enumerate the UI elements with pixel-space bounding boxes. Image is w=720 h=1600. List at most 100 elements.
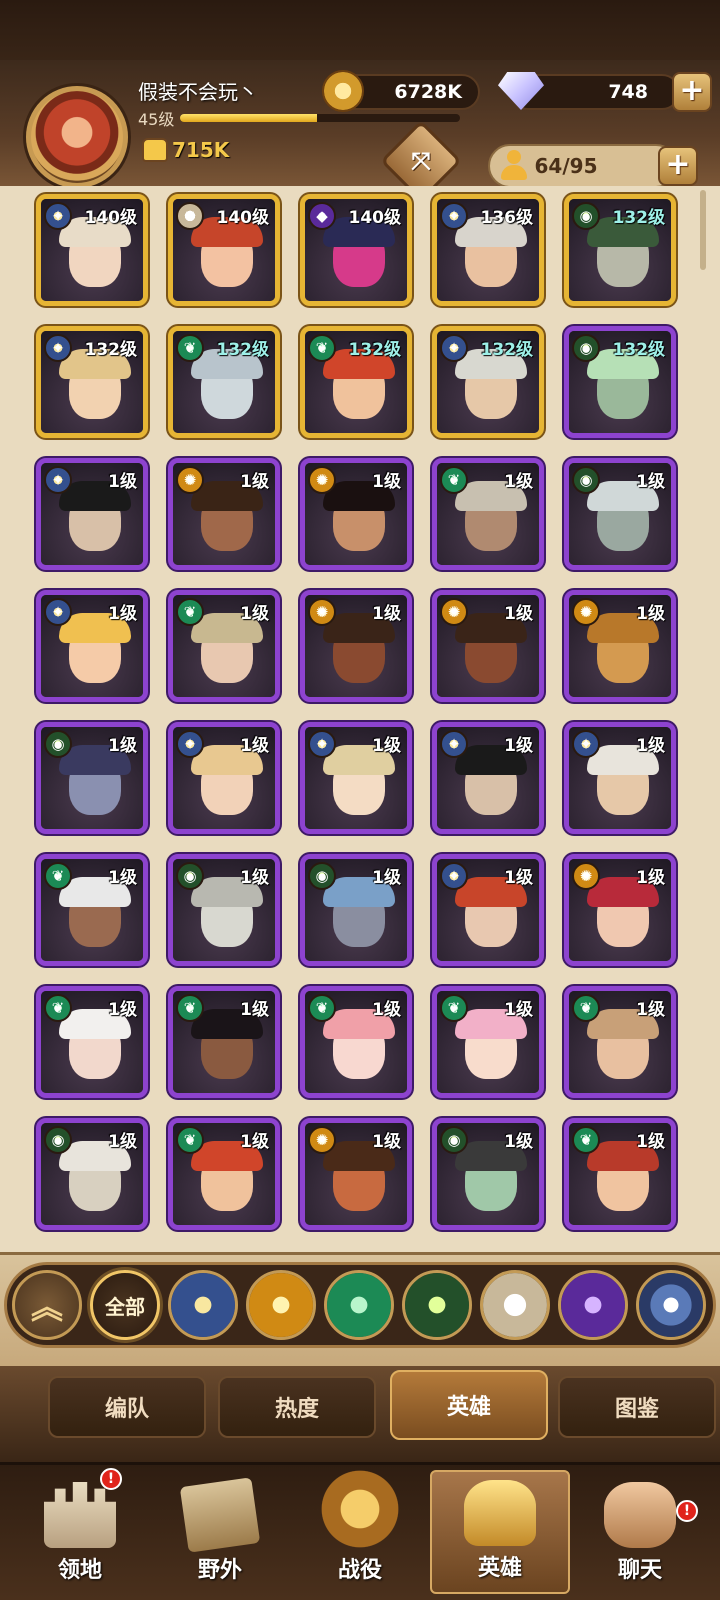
hero-card[interactable]: ❦ 1级 (36, 854, 148, 966)
filter-mauler-button[interactable] (402, 1270, 472, 1340)
hero-level: 1级 (372, 472, 401, 492)
nav-heroes[interactable]: 英雄 (430, 1470, 570, 1594)
scrollbar[interactable] (700, 190, 706, 270)
filter-graveborn-button[interactable] (246, 1270, 316, 1340)
filter-all-button[interactable]: 全部 (90, 1270, 160, 1340)
hero-level: 1级 (504, 1132, 533, 1152)
hero-card[interactable]: ❦ 1级 (564, 1118, 676, 1230)
hero-level: 1级 (108, 472, 137, 492)
filter-dimensional-button[interactable] (636, 1270, 706, 1340)
hero-level: 1级 (240, 868, 269, 888)
hero-card[interactable]: ◉ 1级 (168, 854, 280, 966)
hero-level: 140级 (84, 208, 138, 228)
hero-level: 136级 (480, 208, 534, 228)
scroll-map-icon (179, 1477, 261, 1553)
add-capacity-button[interactable]: + (658, 146, 698, 186)
hero-card[interactable]: ◉ 1级 (300, 854, 412, 966)
hero-card[interactable]: ❦ 1级 (168, 1118, 280, 1230)
hero-level: 1级 (636, 868, 665, 888)
hero-card[interactable]: ✦ 1级 (432, 854, 544, 966)
hero-card[interactable]: ✺ 1级 (300, 590, 412, 702)
add-gems-button[interactable]: + (672, 72, 712, 112)
tab-collection[interactable]: 图鉴 (558, 1376, 716, 1438)
hero-level: 1级 (108, 1132, 137, 1152)
sun-faction-icon: ✺ (308, 466, 336, 494)
hero-card[interactable]: ✦ 1级 (432, 722, 544, 834)
hero-card[interactable]: ✺ 1级 (564, 854, 676, 966)
hero-card[interactable]: ◉ 132级 (564, 194, 676, 306)
nav-wild[interactable]: 野外 (150, 1470, 290, 1594)
hero-card[interactable]: ✺ 1级 (300, 458, 412, 570)
player-level: 45级 (138, 110, 175, 129)
hero-card[interactable]: ✦ 140级 (36, 194, 148, 306)
nature-faction-icon: ❦ (572, 994, 600, 1022)
hero-card[interactable]: ✦ 1级 (168, 722, 280, 834)
tab-formation[interactable]: 编队 (48, 1376, 206, 1438)
sun-faction-icon: ✺ (308, 598, 336, 626)
hero-card[interactable]: ❦ 1级 (432, 986, 544, 1098)
filter-wilder-button[interactable] (324, 1270, 394, 1340)
hero-card[interactable]: ❦ 1级 (168, 986, 280, 1098)
hero-card[interactable]: ◉ 1级 (36, 1118, 148, 1230)
hero-card[interactable]: ❦ 1级 (168, 590, 280, 702)
hero-level: 132级 (612, 208, 666, 228)
hero-level: 1级 (240, 472, 269, 492)
hero-level: 1级 (240, 1000, 269, 1020)
nav-label: 战役 (337, 1558, 382, 1583)
hero-level: 1级 (504, 736, 533, 756)
hero-card[interactable]: ❦ 1级 (36, 986, 148, 1098)
light-faction-icon: ✦ (44, 466, 72, 494)
collapse-button[interactable]: ︽ (12, 1270, 82, 1340)
nav-campaign[interactable]: 战役 (290, 1470, 430, 1594)
eye-faction-icon: ◉ (308, 862, 336, 890)
person-icon (500, 150, 528, 180)
hero-card[interactable]: ◉ 132级 (564, 326, 676, 438)
nature-faction-icon: ❦ (176, 598, 204, 626)
hero-card[interactable]: ✦ 132级 (36, 326, 148, 438)
nav-label: 领地 (57, 1558, 102, 1583)
xp-bar-fill (180, 114, 318, 122)
player-avatar[interactable] (26, 86, 128, 188)
hero-card[interactable]: ✺ 1级 (432, 590, 544, 702)
chevron-up-icon: ︽ (30, 1288, 63, 1326)
gold-coin-icon (322, 70, 364, 112)
xp-bar (180, 114, 460, 122)
hero-card[interactable]: ❦ 132级 (300, 326, 412, 438)
hero-card[interactable]: ✦ 136级 (432, 194, 544, 306)
nature-faction-icon: ❦ (176, 1126, 204, 1154)
filter-celestial-button[interactable] (480, 1270, 550, 1340)
hero-card[interactable]: ✸ 140级 (168, 194, 280, 306)
filter-hypogean-button[interactable] (558, 1270, 628, 1340)
hero-card[interactable]: ◉ 1级 (36, 722, 148, 834)
hero-card[interactable]: ✦ 1级 (36, 590, 148, 702)
hero-card[interactable]: ❦ 1级 (432, 458, 544, 570)
tab-heroes[interactable]: 英雄 (390, 1370, 548, 1440)
hero-card[interactable]: ✦ 1级 (36, 458, 148, 570)
hero-level: 1级 (636, 736, 665, 756)
hero-card[interactable]: ◉ 1级 (432, 1118, 544, 1230)
hero-level: 1级 (240, 736, 269, 756)
hero-level: 132级 (348, 340, 402, 360)
tab-popularity[interactable]: 热度 (218, 1376, 376, 1438)
nav-territory[interactable]: 领地 (10, 1470, 150, 1594)
hero-card[interactable]: ❦ 132级 (168, 326, 280, 438)
nav-chat[interactable]: 聊天 (570, 1470, 710, 1594)
hero-card[interactable]: ✺ 1级 (168, 458, 280, 570)
hero-card[interactable]: ◆ 140级 (300, 194, 412, 306)
hero-card[interactable]: ❦ 1级 (300, 986, 412, 1098)
hero-level: 1级 (240, 604, 269, 624)
notification-badge: ! (100, 1468, 122, 1490)
hero-card[interactable]: ✺ 1级 (564, 590, 676, 702)
filter-lightbearer-button[interactable] (168, 1270, 238, 1340)
hero-level: 132级 (480, 340, 534, 360)
hero-card[interactable]: ✦ 1级 (300, 722, 412, 834)
hero-card[interactable]: ❦ 1级 (564, 986, 676, 1098)
nav-label: 聊天 (617, 1558, 662, 1583)
hero-card[interactable]: ✦ 1级 (564, 722, 676, 834)
sort-icon: ⤧ (411, 147, 431, 175)
hero-card[interactable]: ✺ 1级 (300, 1118, 412, 1230)
hero-card[interactable]: ✦ 132级 (432, 326, 544, 438)
player-name: 假装不会玩丶 (138, 80, 258, 104)
hero-card[interactable]: ◉ 1级 (564, 458, 676, 570)
hero-level: 1级 (108, 736, 137, 756)
